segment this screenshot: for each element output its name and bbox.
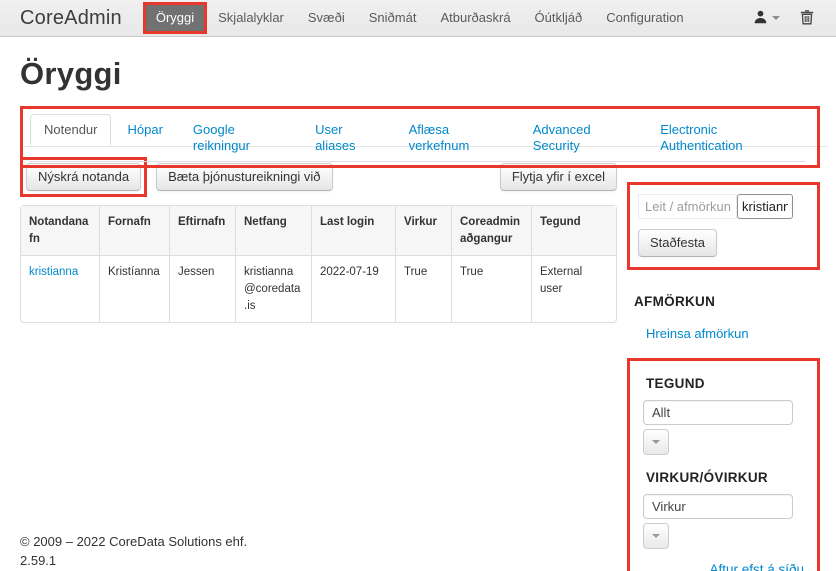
caret-down-icon — [772, 16, 780, 20]
search-input[interactable] — [737, 194, 793, 219]
tab-google-reikningur[interactable]: Google reikningur — [179, 114, 301, 162]
col-header-active: Virkur — [395, 206, 451, 255]
cell-lastname: Jessen — [169, 255, 235, 322]
col-header-firstname: Fornafn — [99, 206, 169, 255]
col-header-lastname: Eftirnafn — [169, 206, 235, 255]
cell-lastlogin: 2022-07-19 — [311, 255, 395, 322]
nav-item-snidmat[interactable]: Sniðmát — [357, 5, 429, 31]
main-content: Nýskrá notanda Bæta þjónustureikningi vi… — [20, 155, 617, 571]
table-header-row: Notandana fn Fornafn Eftirnafn Netfang L… — [21, 206, 616, 255]
col-header-email: Netfang — [235, 206, 311, 255]
top-navbar: CoreAdmin Öryggi Skjalalyklar Svæði Snið… — [0, 0, 836, 37]
cell-firstname: Kristíanna — [99, 255, 169, 322]
username-link[interactable]: kristianna — [29, 266, 78, 278]
users-table: Notandana fn Fornafn Eftirnafn Netfang L… — [20, 205, 617, 323]
tab-advanced-security[interactable]: Advanced Security — [519, 114, 646, 162]
col-header-username: Notandana fn — [21, 206, 99, 255]
tab-user-aliases[interactable]: User aliases — [301, 114, 395, 162]
col-header-coreadmin-access: Coreadmin aðgangur — [451, 206, 531, 255]
tab-electronic-authentication[interactable]: Electronic Authentication — [646, 114, 805, 162]
tab-aflaesa-verkefnum[interactable]: Aflæsa verkefnum — [395, 114, 519, 162]
copyright-text: © 2009 – 2022 CoreData Solutions ehf. — [20, 533, 617, 552]
annotation-box-tabs: Notendur Hópar Google reikningur User al… — [20, 106, 820, 168]
caret-down-icon — [652, 534, 660, 538]
caret-down-icon — [652, 440, 660, 444]
nav-item-svaedi[interactable]: Svæði — [296, 5, 357, 31]
sidebar-filters: Leit / afmörkun Staðfesta AFMÖRKUN Hrein… — [627, 155, 820, 571]
navbar-right — [753, 9, 820, 28]
virkur-dropdown-toggle[interactable] — [643, 523, 669, 549]
version-text: 2.59.1 — [20, 552, 617, 571]
nav-item-outkljad[interactable]: Óútkljáð — [523, 5, 595, 31]
app-brand: CoreAdmin — [20, 7, 122, 30]
nav-item-atburdaskra[interactable]: Atburðaskrá — [428, 5, 522, 31]
trash-button[interactable] — [800, 9, 814, 28]
nav-item-configuration[interactable]: Configuration — [594, 5, 695, 31]
tab-hopar[interactable]: Hópar — [113, 114, 178, 162]
search-label: Leit / afmörkun — [638, 194, 737, 219]
tegund-select[interactable] — [643, 400, 793, 425]
tegund-label: TEGUND — [646, 376, 804, 391]
main-nav: Öryggi Skjalalyklar Svæði Sniðmát Atburð… — [144, 0, 696, 36]
cell-type: External user — [531, 255, 616, 322]
back-to-top-link[interactable]: Aftur efst á síðu — [709, 562, 804, 571]
cell-coreadmin-access: True — [451, 255, 531, 322]
user-menu-button[interactable] — [753, 9, 780, 28]
cell-active: True — [395, 255, 451, 322]
page-title: Öryggi — [20, 56, 820, 92]
col-header-lastlogin: Last login — [311, 206, 395, 255]
nav-item-oryggi[interactable]: Öryggi — [144, 5, 206, 31]
tab-notendur[interactable]: Notendur — [30, 114, 113, 162]
virkur-label: VIRKUR/ÓVIRKUR — [646, 470, 804, 485]
footer: © 2009 – 2022 CoreData Solutions ehf. 2.… — [20, 533, 617, 571]
tegund-dropdown-toggle[interactable] — [643, 429, 669, 455]
clear-filters-link[interactable]: Hreinsa afmörkun — [646, 326, 749, 341]
confirm-button[interactable]: Staðfesta — [638, 229, 717, 257]
annotation-box-filters: TEGUND VIRKUR/ÓVIRKUR Aftur efst á síðu — [627, 358, 820, 571]
afmorkun-heading: AFMÖRKUN — [634, 294, 820, 309]
security-tabs: Notendur Hópar Google reikningur User al… — [30, 114, 805, 162]
tabs-zone: Notendur Hópar Google reikningur User al… — [20, 106, 820, 155]
cell-username: kristianna — [21, 255, 99, 322]
col-header-type: Tegund — [531, 206, 616, 255]
user-icon — [753, 9, 768, 28]
cell-email: kristianna@coredata.is — [235, 255, 311, 322]
nav-item-skjalalyklar[interactable]: Skjalalyklar — [206, 5, 296, 31]
table-row: kristianna Kristíanna Jessen kristianna@… — [21, 255, 616, 322]
virkur-select[interactable] — [643, 494, 793, 519]
annotation-box-search: Leit / afmörkun Staðfesta — [627, 182, 820, 270]
